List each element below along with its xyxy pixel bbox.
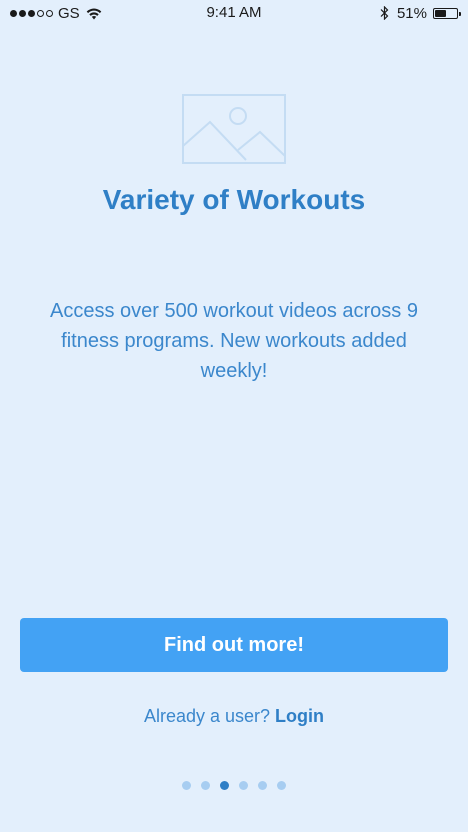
page-dot[interactable]	[239, 781, 248, 790]
page-dot[interactable]	[201, 781, 210, 790]
status-bar: GS 9:41 AM 51%	[0, 0, 468, 26]
login-link[interactable]: Login	[275, 706, 324, 726]
page-dot[interactable]	[277, 781, 286, 790]
page-dot[interactable]	[258, 781, 267, 790]
login-row: Already a user? Login	[0, 706, 468, 727]
battery-fill	[435, 9, 446, 17]
page-dot[interactable]	[220, 781, 229, 790]
bluetooth-icon	[380, 6, 389, 20]
battery-icon	[433, 7, 461, 19]
onboarding-title: Variety of Workouts	[102, 184, 366, 215]
login-prompt: Already a user?	[143, 706, 271, 726]
find-out-more-button[interactable]: Find out more!	[20, 618, 448, 672]
battery-nub	[459, 11, 461, 16]
page-indicator	[0, 781, 468, 790]
image-placeholder-icon	[182, 94, 286, 164]
battery-percent: 51%	[396, 4, 427, 22]
onboarding-description: Access over 500 workout videos across 9 …	[50, 300, 418, 382]
page-dot[interactable]	[182, 781, 191, 790]
status-right: 51%	[380, 4, 461, 22]
